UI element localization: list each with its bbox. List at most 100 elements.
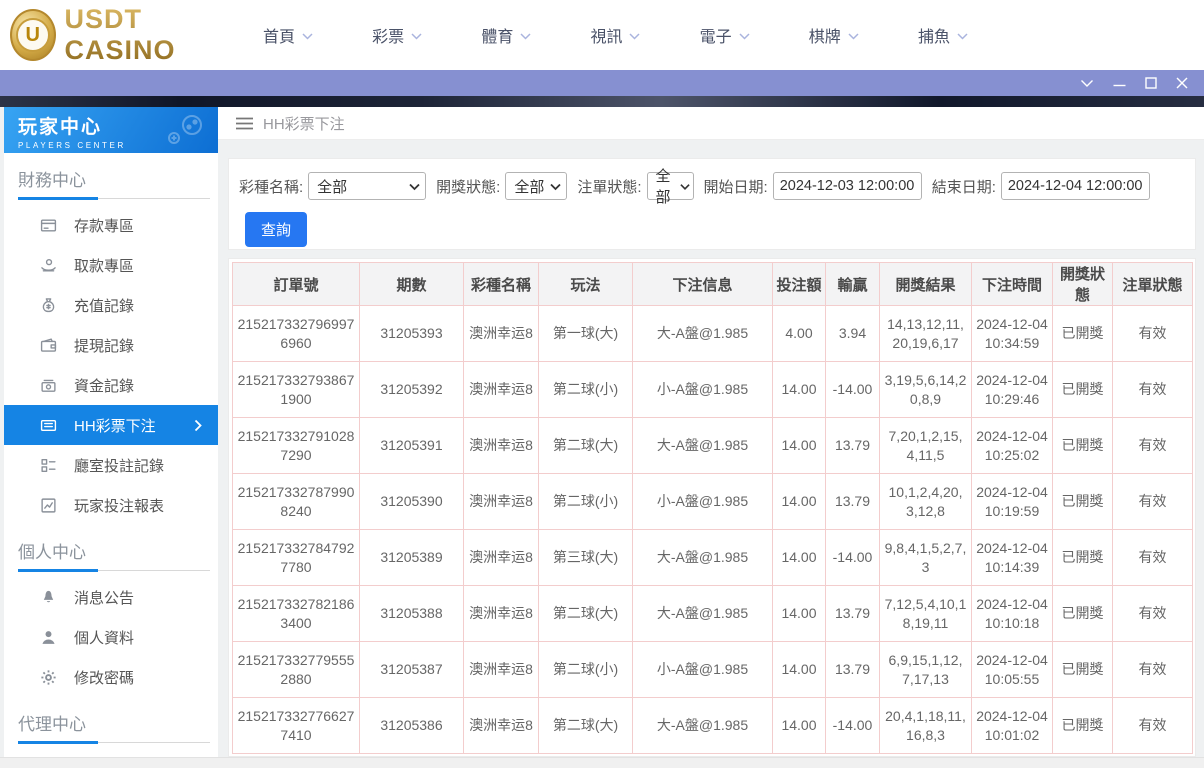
chevron-down-icon (550, 183, 561, 191)
card-icon (40, 217, 57, 234)
table-row: 2152173327795552880 31205387 澳洲幸运8 第二球(小) 小-… (232, 641, 1193, 698)
nav-item-slots[interactable]: 電子 (700, 23, 750, 47)
start-date-input[interactable] (772, 172, 922, 200)
table-body: 2152173327969976960 31205393 澳洲幸运8 第一球(大) 大-… (232, 305, 1193, 754)
table-row: 2152173327910287290 31205391 澳洲幸运8 第二球(大) 大-… (232, 417, 1193, 474)
chevron-down-icon (520, 32, 531, 40)
table-cell: 31205392 (359, 361, 464, 418)
sidebar-item-hh-lottery-bet[interactable]: HH彩票下注 (4, 405, 218, 445)
brand-logo[interactable]: U USDT CASINO (0, 4, 235, 66)
table-cell: 已開獎 (1052, 529, 1113, 586)
table-cell: 已開獎 (1052, 697, 1113, 754)
section-divider (18, 741, 210, 744)
table-cell: 已開獎 (1052, 473, 1113, 530)
table-cell: 6,9,15,1,12,7,17,13 (879, 641, 972, 698)
window-close-icon[interactable] (1176, 77, 1188, 89)
column-header: 期數 (359, 262, 464, 306)
table-cell: 2152173327910287290 (232, 417, 360, 474)
table-cell: 3.94 (825, 305, 880, 362)
window-maximize-icon[interactable] (1145, 77, 1157, 89)
table-cell: 31205389 (359, 529, 464, 586)
gamepad-icon (166, 114, 206, 149)
nav-item-video[interactable]: 視訊 (590, 23, 641, 47)
nav-item-fishing[interactable]: 捕魚 (918, 23, 968, 47)
report-icon (40, 497, 57, 514)
horizontal-scrollbar[interactable] (0, 757, 1204, 768)
sidebar-item-recharge-record[interactable]: 充值記錄 (4, 285, 218, 325)
nav-item-lottery[interactable]: 彩票 (372, 23, 422, 47)
sidebar-item-announcements[interactable]: 消息公告 (4, 577, 218, 617)
order-status-label: 注單狀態: (577, 178, 642, 196)
sidebar-item-funds-record[interactable]: 資金記錄 (4, 365, 218, 405)
nav-item-label: 電子 (699, 29, 732, 46)
table-cell: 2024-12-04 10:14:39 (971, 529, 1053, 586)
sidebar-item-player-bet-report[interactable]: 玩家投注報表 (4, 485, 218, 525)
table-cell: 第二球(大) (538, 585, 633, 642)
chevron-down-icon (302, 32, 313, 40)
table-cell: 2024-12-04 10:05:55 (971, 641, 1053, 698)
window-minimize-icon[interactable] (1113, 79, 1126, 88)
sidebar-item-withdraw-record[interactable]: 提現記錄 (4, 325, 218, 365)
table-cell: 澳洲幸运8 (463, 641, 539, 698)
hamburger-icon[interactable] (236, 117, 253, 130)
sidebar-item-label: 個人資料 (74, 629, 135, 647)
sidebar-header: 玩家中心 PLAYERS CENTER (4, 107, 218, 153)
table-cell: 澳洲幸运8 (463, 585, 539, 642)
query-button[interactable]: 查詢 (245, 212, 308, 247)
sidebar-item-profile[interactable]: 個人資料 (4, 617, 218, 657)
bet-records-panel: 訂單號 期數 彩種名稱 玩法 下注信息 投注額 輸贏 開獎結果 下注時間 開獎狀態 注單狀態 215… (228, 258, 1196, 757)
sidebar-menu: 財務中心 存款專區 取款專區 充值記錄 提現記錄 資金記錄 HH彩票下注 廳室投註記錄 玩家投注… (4, 153, 218, 757)
table-row: 2152173327847927780 31205389 澳洲幸运8 第三球(大) 大-… (232, 529, 1193, 586)
section-title-personal: 個人中心 (18, 543, 86, 562)
hall-icon (40, 457, 57, 474)
table-cell: 有效 (1112, 417, 1193, 474)
table-cell: 有效 (1112, 641, 1193, 698)
table-cell: 大-A盤@1.985 (632, 417, 773, 474)
start-date-label: 開始日期: (703, 178, 768, 196)
table-cell: 有效 (1112, 529, 1193, 586)
table-cell: 有效 (1112, 697, 1193, 754)
table-cell: 小-A盤@1.985 (632, 361, 773, 418)
table-cell: 7,20,1,2,15,4,11,5 (879, 417, 972, 474)
nav-item-home[interactable]: 首頁 (263, 23, 313, 47)
sidebar-item-withdraw-zone[interactable]: 取款專區 (4, 245, 218, 285)
coin-logo-icon: U (10, 9, 56, 61)
table-cell: 13.79 (825, 473, 880, 530)
table-cell: 2024-12-04 10:10:18 (971, 585, 1053, 642)
sidebar-item-deposit-zone[interactable]: 存款專區 (4, 205, 218, 245)
nav-item-label: 體育 (481, 29, 514, 46)
chevron-down-icon (739, 32, 750, 40)
end-date-input[interactable] (1000, 172, 1150, 200)
user-icon (40, 629, 57, 646)
window-chevron-down-icon[interactable] (1080, 79, 1094, 88)
sidebar-item-label: 充值記錄 (74, 297, 135, 315)
column-header: 開獎結果 (879, 262, 972, 306)
chevron-down-icon (957, 32, 968, 40)
chevron-down-icon (848, 32, 859, 40)
nav-item-cards[interactable]: 棋牌 (809, 23, 859, 47)
gear-icon (40, 669, 57, 686)
nav-item-sports[interactable]: 體育 (481, 23, 531, 47)
section-divider (18, 197, 210, 200)
table-cell: 14.00 (772, 417, 826, 474)
table-cell: 14.00 (772, 641, 826, 698)
order-status-select[interactable]: 全部 (646, 168, 694, 206)
section-title-agent: 代理中心 (18, 715, 86, 734)
hand-icon (40, 257, 57, 274)
table-cell: 已開獎 (1052, 305, 1113, 362)
table-cell: 31205390 (359, 473, 464, 530)
chevron-right-icon (194, 419, 202, 432)
bag-icon (40, 297, 57, 314)
chevron-down-icon (411, 32, 422, 40)
draw-status-select[interactable]: 全部 (505, 172, 568, 200)
table-cell: -14.00 (825, 697, 880, 754)
column-header: 注單狀態 (1112, 262, 1193, 306)
sidebar-item-change-password[interactable]: 修改密碼 (4, 657, 218, 697)
table-cell: 14.00 (772, 473, 826, 530)
sidebar-item-hall-bet-record[interactable]: 廳室投註記錄 (4, 445, 218, 485)
sidebar-item-agent-rules[interactable]: 代理規則說明 (4, 749, 218, 757)
lottery-name-select[interactable]: 全部 (308, 172, 427, 200)
table-cell: 2152173327969976960 (232, 305, 360, 362)
chevron-down-icon (629, 32, 641, 40)
table-cell: 13.79 (825, 417, 880, 474)
